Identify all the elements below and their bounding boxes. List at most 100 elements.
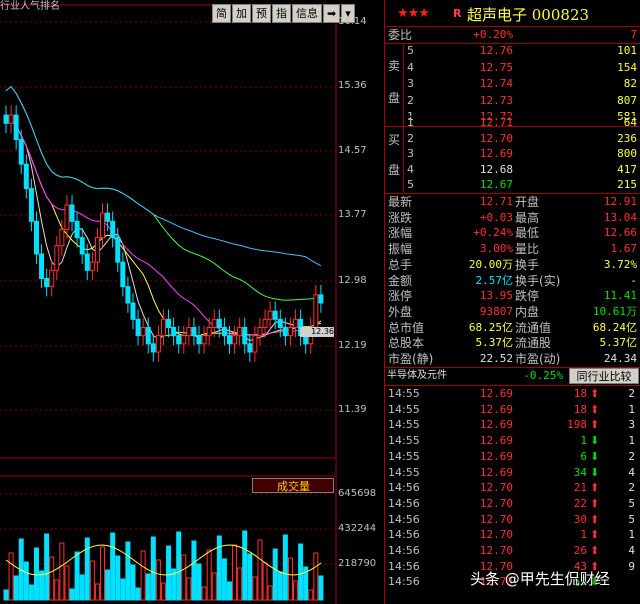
volume-bar <box>120 578 126 601</box>
tick-volume: 198 <box>567 418 587 432</box>
stat-row: 涨幅 +0.24% 最低 12.66 <box>385 225 640 242</box>
stat-row: 涨停 13.95 跌停 11.41 <box>385 288 640 305</box>
candle-body <box>196 335 202 345</box>
volume-bar <box>54 579 60 601</box>
volume-bar <box>8 552 14 601</box>
volume-bar <box>293 580 299 601</box>
volume-bar <box>100 546 106 601</box>
tick-row: 14:56 12.70 30 ⬆ 5 <box>385 512 640 528</box>
volume-bar <box>196 563 202 601</box>
volume-bar <box>94 583 100 601</box>
toolbar-jian-button[interactable]: 简 <box>212 4 231 23</box>
candle-body <box>186 326 192 337</box>
stat-label: 最新 <box>388 195 413 209</box>
stat-value: 22.52 <box>479 352 513 365</box>
volume-bar <box>13 575 19 601</box>
stat-label: 总手 <box>388 257 413 272</box>
tick-count: 1 <box>628 434 635 448</box>
ask-price: 12.74 <box>479 77 513 91</box>
toolbar-jia-button[interactable]: 加 <box>232 4 251 23</box>
bid-volume: 236 <box>617 131 637 145</box>
volume-bar <box>247 553 253 601</box>
candle-body <box>166 318 172 328</box>
weibi-diff: 7 <box>630 28 637 41</box>
tick-volume: 34 <box>573 465 587 479</box>
compare-industry-button[interactable]: 同行业比较 <box>569 368 639 384</box>
ask-price: 12.76 <box>479 44 513 57</box>
candle-body <box>74 220 80 239</box>
stat-value: 20.00万 <box>468 257 513 271</box>
bid-volume: 215 <box>617 178 637 192</box>
tick-volume: 26 <box>573 544 587 557</box>
tick-price: 12.70 <box>479 512 513 526</box>
volume-bar <box>160 582 166 601</box>
stat-value: 12.71 <box>479 195 513 208</box>
candle-body <box>49 269 55 288</box>
candle-body <box>171 326 177 337</box>
toolbar-zhi-button[interactable]: 指 <box>272 4 291 23</box>
volume-bar <box>206 549 212 601</box>
stat-row: 金额 2.57亿 换手(实) - <box>385 273 640 290</box>
stat-value-2: 10.61万 <box>592 304 637 318</box>
volume-bar <box>267 585 273 601</box>
candle-body <box>23 163 29 190</box>
toolbar-yu-button[interactable]: 预 <box>252 4 271 23</box>
stat-label-2: 量比 <box>515 242 540 257</box>
tick-price: 12.70 <box>479 481 513 495</box>
tick-price: 12.69 <box>479 387 513 400</box>
bid-row: 5 12.67 215 <box>385 177 640 194</box>
bid-price: 12.68 <box>479 162 513 176</box>
sector-name[interactable]: 半导体及元件 <box>387 368 447 384</box>
bid-row: 1 12.71 64 <box>385 115 640 132</box>
volume-bar <box>232 544 238 601</box>
stat-value: 2.57亿 <box>475 273 514 287</box>
sector-row: 半导体及元件 -0.25% 同行业比较 <box>385 368 640 385</box>
volume-bar <box>3 589 9 601</box>
candle-body <box>140 326 146 337</box>
tick-count: 9 <box>628 559 635 573</box>
stat-row: 总股本 5.37亿 流通股 5.37亿 <box>385 335 640 352</box>
volume-tick-label: 218790 <box>338 558 377 569</box>
price-tick-label: 12.98 <box>338 275 367 286</box>
stat-row: 涨跌 +0.03 最高 13.04 <box>385 210 640 227</box>
volume-bar <box>318 575 324 601</box>
volume-bar <box>89 560 95 601</box>
ask-row: 4 12.75 154 <box>385 60 640 77</box>
volume-bar <box>298 543 304 601</box>
arrow-up-icon: ⬆ <box>590 544 600 557</box>
volume-bar <box>226 581 232 601</box>
volume-bar <box>252 576 258 601</box>
tick-row: 14:55 12.69 1 ⬇ 1 <box>385 433 640 449</box>
volume-bar <box>237 567 243 601</box>
candle-body <box>191 326 197 337</box>
ask-level: 3 <box>407 77 414 91</box>
ask-level: 4 <box>407 60 414 74</box>
toolbar-info-button[interactable]: 信息 <box>292 4 322 23</box>
arrow-up-icon: ⬆ <box>590 496 600 510</box>
tick-price: 12.69 <box>479 465 513 479</box>
volume-bar <box>191 540 197 601</box>
stat-label: 涨跌 <box>388 210 413 225</box>
candle-body <box>115 237 121 263</box>
volume-indicator-selector[interactable]: 成交量 <box>252 478 334 493</box>
candle-body <box>3 114 9 124</box>
kline-chart-panel[interactable]: 行业人气排名 简 加 预 指 信息 ➡ ▾ 16.14 15.36 14.57 … <box>0 0 384 604</box>
tick-count: 2 <box>628 449 635 463</box>
candle-body <box>135 318 141 337</box>
stat-value-2: 24.34 <box>603 352 637 365</box>
candle-body <box>272 310 278 320</box>
stat-row: 振幅 3.00% 量比 1.67 <box>385 241 640 258</box>
candle-body <box>252 335 258 353</box>
candle-body <box>216 318 222 328</box>
tick-count: 4 <box>628 465 635 479</box>
weibi-label: 委比 <box>388 28 413 42</box>
rating-stars-icon: ★★★ <box>397 6 430 21</box>
stat-value: 3.00% <box>479 242 513 256</box>
candle-body <box>130 302 136 320</box>
candle-body <box>44 277 50 288</box>
volume-bar <box>28 584 34 601</box>
moving-average-line <box>5 118 322 342</box>
arrow-down-icon: ⬇ <box>590 434 600 448</box>
tick-time: 14:56 <box>388 512 420 526</box>
ask-volume: 154 <box>617 60 637 74</box>
